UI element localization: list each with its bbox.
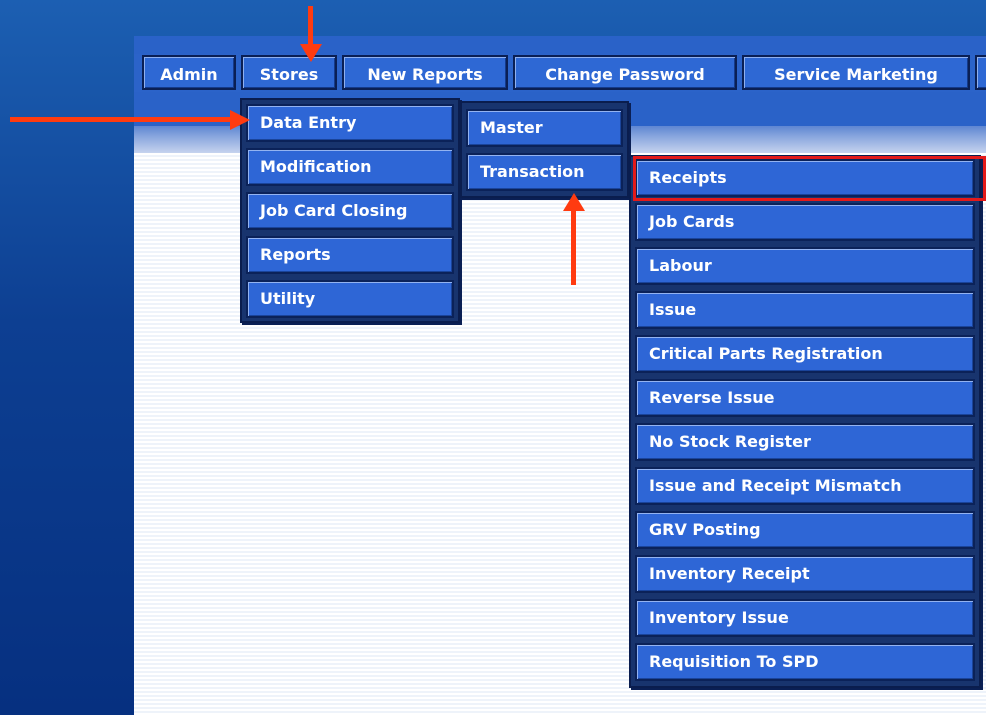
menu-service-marketing[interactable]: Service Marketing (742, 55, 970, 90)
menu-new-reports[interactable]: New Reports (342, 55, 508, 90)
menu-admin[interactable]: Admin (142, 55, 236, 90)
menu-item-labour[interactable]: Labour (635, 247, 975, 285)
menu-item-data-entry[interactable]: Data Entry (246, 104, 454, 142)
menu-item-issue[interactable]: Issue (635, 291, 975, 329)
menu-item-reverse-issue[interactable]: Reverse Issue (635, 379, 975, 417)
menu-item-inventory-issue[interactable]: Inventory Issue (635, 599, 975, 637)
arrow-up-to-transaction (563, 193, 585, 287)
arrow-down-to-stores (300, 6, 322, 62)
stores-dropdown: Data Entry Modification Job Card Closing… (240, 98, 460, 323)
data-entry-submenu: Master Transaction (460, 101, 629, 198)
menu-item-modification[interactable]: Modification (246, 148, 454, 186)
menu-item-reports[interactable]: Reports (246, 236, 454, 274)
menu-item-no-stock-register[interactable]: No Stock Register (635, 423, 975, 461)
menu-stores[interactable]: Stores (241, 55, 337, 90)
menu-more[interactable] (975, 55, 986, 90)
menu-change-password[interactable]: Change Password (513, 55, 737, 90)
arrow-right-to-data-entry (10, 110, 252, 130)
menu-item-transaction[interactable]: Transaction (466, 153, 623, 191)
menu-item-requisition-to-spd[interactable]: Requisition To SPD (635, 643, 975, 681)
transaction-submenu: Receipts Job Cards Labour Issue Critical… (629, 155, 981, 688)
menu-item-master[interactable]: Master (466, 109, 623, 147)
menu-item-critical-parts-registration[interactable]: Critical Parts Registration (635, 335, 975, 373)
menu-item-grv-posting[interactable]: GRV Posting (635, 511, 975, 549)
menu-item-inventory-receipt[interactable]: Inventory Receipt (635, 555, 975, 593)
menu-item-receipts[interactable]: Receipts (635, 159, 975, 197)
menu-item-job-cards[interactable]: Job Cards (635, 203, 975, 241)
menu-item-utility[interactable]: Utility (246, 280, 454, 318)
menu-item-issue-and-receipt-mismatch[interactable]: Issue and Receipt Mismatch (635, 467, 975, 505)
menu-item-job-card-closing[interactable]: Job Card Closing (246, 192, 454, 230)
